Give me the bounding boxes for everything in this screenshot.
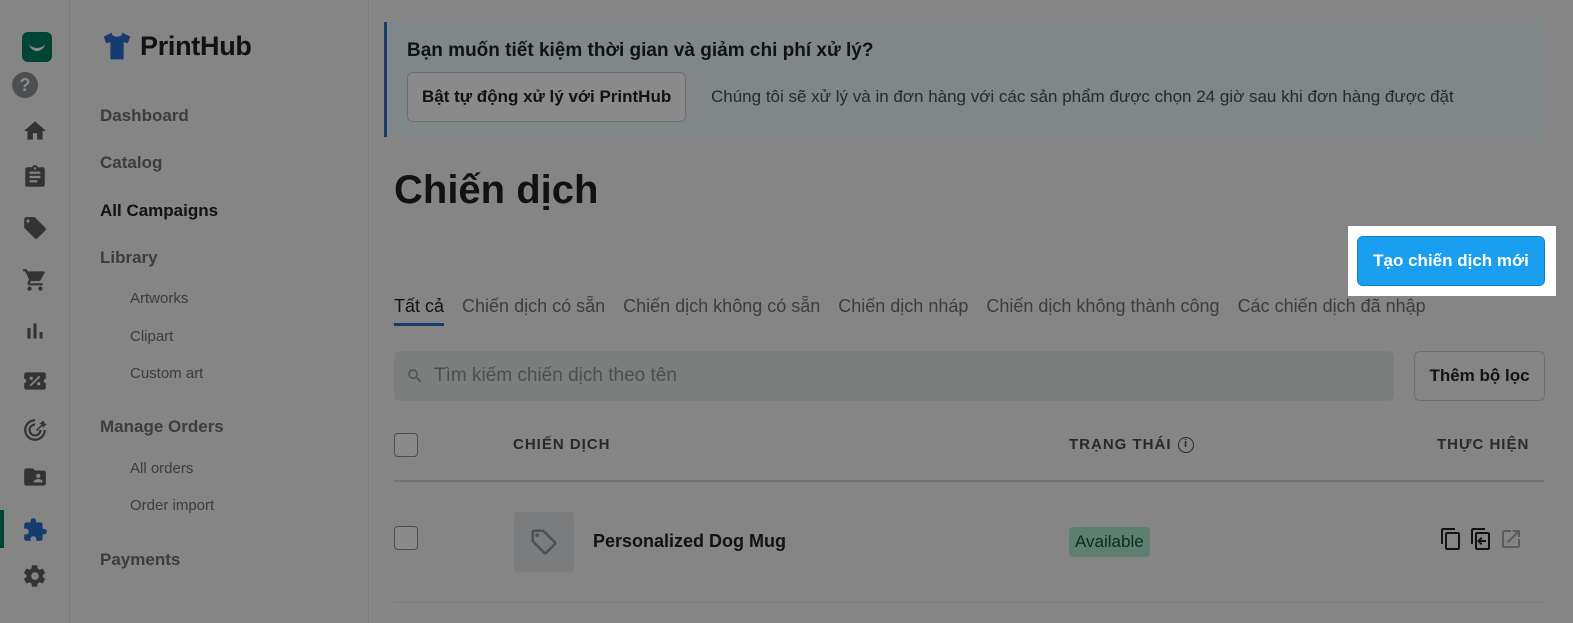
column-campaign: CHIẾN DỊCH — [513, 436, 611, 453]
create-campaign-button[interactable]: Tạo chiến dịch mới — [1357, 236, 1545, 286]
nav-custom-art[interactable]: Custom art — [130, 365, 203, 382]
tab-available[interactable]: Chiến dịch có sẵn — [462, 296, 605, 326]
nav-all-orders[interactable]: All orders — [130, 460, 193, 477]
customers-icon[interactable] — [20, 462, 50, 492]
column-status: TRẠNG THÁI i — [1069, 436, 1194, 453]
info-icon[interactable]: i — [1177, 436, 1194, 453]
banner-title: Bạn muốn tiết kiệm thời gian và giảm chi… — [407, 40, 874, 61]
add-filter-button[interactable]: Thêm bộ lọc — [1414, 351, 1545, 401]
column-status-label: TRẠNG THÁI — [1069, 436, 1172, 453]
campaign-name[interactable]: Personalized Dog Mug — [593, 531, 786, 552]
app-sidebar: PrintHub Dashboard Catalog All Campaigns… — [70, 0, 369, 623]
nav-clipart[interactable]: Clipart — [130, 328, 173, 345]
active-indicator — [0, 510, 4, 548]
row-divider — [394, 602, 1544, 603]
nav-payments[interactable]: Payments — [100, 550, 180, 570]
copy-icon[interactable] — [1469, 527, 1493, 551]
auto-processing-banner: Bạn muốn tiết kiệm thời gian và giảm chi… — [384, 22, 1544, 137]
spotlight-highlight: Tạo chiến dịch mới — [1348, 226, 1556, 296]
nav-library[interactable]: Library — [100, 248, 158, 268]
app-icon-rail: ? — [0, 0, 70, 623]
cart-icon[interactable] — [20, 265, 50, 295]
apps-puzzle-icon[interactable] — [20, 515, 50, 545]
nav-manage-orders[interactable]: Manage Orders — [100, 417, 224, 437]
main-content: Bạn muốn tiết kiệm thời gian và giảm chi… — [370, 0, 1573, 623]
nav-all-campaigns[interactable]: All Campaigns — [100, 201, 218, 221]
enable-auto-processing-button[interactable]: Bật tự động xử lý với PrintHub — [407, 72, 687, 122]
select-all-checkbox[interactable] — [394, 433, 418, 457]
external-link-icon[interactable] — [1499, 527, 1523, 551]
tab-all[interactable]: Tất cả — [394, 296, 445, 326]
shop-logo-icon[interactable] — [22, 32, 52, 62]
tshirt-logo-icon — [103, 32, 131, 60]
campaign-thumbnail[interactable] — [514, 512, 574, 572]
search-input[interactable] — [434, 365, 1334, 387]
tab-draft[interactable]: Chiến dịch nháp — [838, 296, 968, 326]
tab-unavailable[interactable]: Chiến dịch không có sẵn — [623, 296, 820, 326]
home-icon[interactable] — [20, 116, 50, 146]
target-icon[interactable] — [20, 415, 50, 445]
campaign-tabs: Tất cả Chiến dịch có sẵn Chiến dịch khôn… — [394, 296, 1426, 326]
search-bar — [394, 351, 1394, 401]
table-header-divider — [394, 480, 1544, 482]
brand-logo[interactable]: PrintHub — [100, 30, 252, 62]
orders-icon[interactable] — [20, 162, 50, 192]
search-icon — [408, 369, 422, 383]
status-badge: Available — [1069, 527, 1150, 557]
column-actions: THỰC HIỆN — [1437, 436, 1530, 453]
nav-artworks[interactable]: Artworks — [130, 290, 188, 307]
nav-order-import[interactable]: Order import — [130, 497, 214, 514]
banner-description: Chúng tôi sẽ xử lý và in đơn hàng với cá… — [711, 87, 1454, 106]
tab-failed[interactable]: Chiến dịch không thành công — [986, 296, 1219, 326]
nav-catalog[interactable]: Catalog — [100, 153, 162, 173]
discount-icon[interactable] — [20, 366, 50, 396]
help-icon[interactable]: ? — [12, 72, 38, 98]
nav-dashboard[interactable]: Dashboard — [100, 106, 189, 126]
tab-imported[interactable]: Các chiến dịch đã nhập — [1238, 296, 1426, 326]
tags-icon[interactable] — [20, 213, 50, 243]
settings-icon[interactable] — [20, 561, 50, 591]
tag-placeholder-icon — [531, 529, 557, 555]
analytics-icon[interactable] — [20, 316, 50, 346]
brand-name: PrintHub — [140, 30, 252, 61]
row-checkbox[interactable] — [394, 526, 418, 550]
page-title: Chiến dịch — [394, 168, 599, 212]
duplicate-icon[interactable] — [1439, 527, 1463, 551]
